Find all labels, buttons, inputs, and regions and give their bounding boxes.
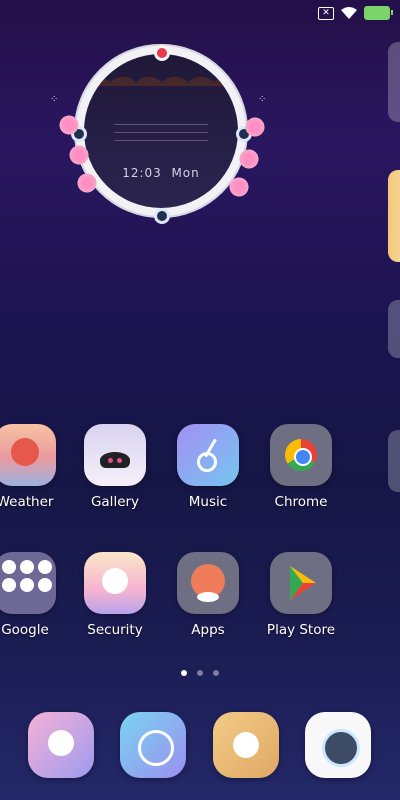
wifi-icon [341, 7, 357, 19]
dock-phone[interactable] [16, 712, 106, 778]
blue-knob-icon [154, 208, 170, 224]
dock-messages[interactable] [108, 712, 198, 778]
flower-icon [238, 148, 260, 170]
app-chrome[interactable]: Chrome [256, 424, 346, 510]
phone-icon [28, 712, 94, 778]
app-music[interactable]: Music [163, 424, 253, 510]
security-icon [84, 552, 146, 614]
dock-browser[interactable] [201, 712, 291, 778]
flower-icon [228, 176, 250, 198]
status-icons: ✕ [318, 6, 393, 20]
page-dot[interactable] [181, 670, 187, 676]
camera-icon [305, 712, 371, 778]
music-icon [177, 424, 239, 486]
edge-widget[interactable] [388, 42, 400, 122]
dock-camera[interactable] [293, 712, 383, 778]
clock-ring: 12:03 Mon [74, 44, 248, 218]
app-security[interactable]: Security [70, 552, 160, 638]
app-apps[interactable]: Apps [163, 552, 253, 638]
red-knob-icon [154, 45, 170, 61]
staff-line [114, 124, 208, 125]
page-dot[interactable] [213, 670, 219, 676]
flower-icon [58, 114, 80, 136]
apps-icon [177, 552, 239, 614]
chrome-icon [270, 424, 332, 486]
play-store-icon [270, 552, 332, 614]
messages-icon [120, 712, 186, 778]
flower-icon [68, 144, 90, 166]
staff-line [114, 132, 208, 133]
battery-charging-icon [364, 6, 393, 20]
sparkle-icon: ⁘ [50, 94, 59, 105]
browser-icon [213, 712, 279, 778]
staff-line [114, 140, 208, 141]
flower-icon [76, 172, 98, 194]
app-play-store[interactable]: Play Store [256, 552, 346, 638]
flower-icon [244, 116, 266, 138]
page-indicator[interactable] [0, 670, 400, 676]
sparkle-icon: ⁘ [258, 94, 267, 105]
app-google-folder[interactable]: Google [0, 552, 70, 638]
status-bar: ✕ [0, 0, 400, 28]
edge-widget[interactable] [388, 170, 400, 262]
clock-time: 12:03 Mon [122, 166, 200, 180]
app-weather[interactable]: Weather [0, 424, 70, 510]
clock-face: 12:03 Mon [84, 54, 238, 208]
google-folder-icon [0, 552, 56, 614]
close-box-icon: ✕ [318, 6, 334, 20]
page-dot[interactable] [197, 670, 203, 676]
edge-widget[interactable] [388, 430, 400, 492]
clock-widget[interactable]: 12:03 Mon ⁘ ⁘ [48, 44, 276, 234]
weather-icon [0, 424, 56, 486]
gallery-icon [84, 424, 146, 486]
edge-widget[interactable] [388, 300, 400, 358]
app-gallery[interactable]: Gallery [70, 424, 160, 510]
